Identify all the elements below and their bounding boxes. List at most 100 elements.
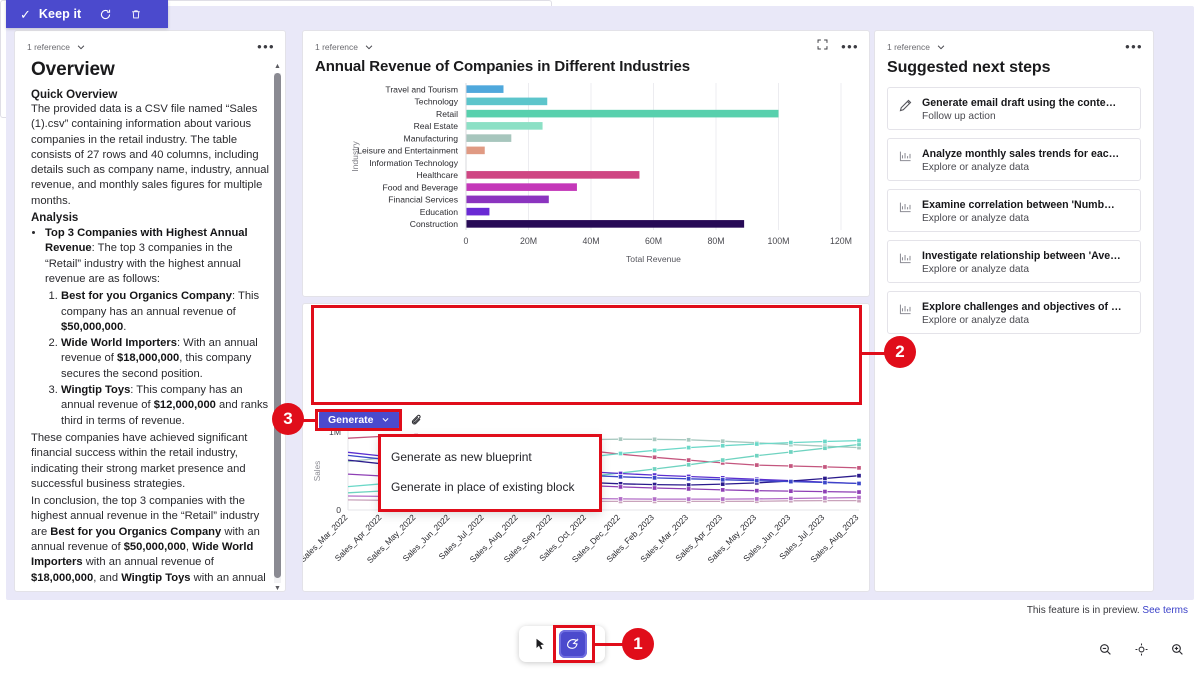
- chart-reference-label: 1 reference: [315, 42, 358, 52]
- conclusion-company-1: Best for you Organics Company: [50, 526, 221, 538]
- scroll-down-arrow-icon[interactable]: ▼: [274, 585, 281, 592]
- analysis-heading: Analysis: [31, 212, 269, 224]
- step-subtitle: Explore or analyze data: [922, 162, 1119, 173]
- svg-text:Real Estate: Real Estate: [414, 121, 459, 131]
- svg-text:Technology: Technology: [415, 97, 459, 107]
- generate-row: Generate: [319, 410, 427, 430]
- suggested-next-steps-panel: 1 reference ••• Suggested next steps Gen…: [874, 30, 1154, 592]
- quick-overview-body: The provided data is a CSV file named “S…: [31, 102, 269, 209]
- company-name: Wingtip Toys: [61, 384, 130, 396]
- chart-icon: [898, 251, 913, 266]
- keep-it-label: Keep it: [39, 7, 81, 21]
- generate-button[interactable]: Generate: [319, 411, 399, 429]
- page-title: Overview: [31, 59, 269, 81]
- step-title: Investigate relationship between 'Ave…: [922, 250, 1121, 262]
- svg-text:0: 0: [464, 236, 469, 246]
- zoom-tools: [1096, 640, 1186, 658]
- svg-text:Education: Education: [420, 207, 458, 217]
- company-name: Best for you Organics Company: [61, 290, 232, 302]
- quick-overview-heading: Quick Overview: [31, 89, 269, 101]
- conclusion-text: , and: [93, 572, 121, 584]
- zoom-in-icon[interactable]: [1168, 640, 1186, 658]
- svg-text:120M: 120M: [830, 236, 852, 246]
- overview-more-options-icon[interactable]: •••: [257, 44, 275, 50]
- generate-button-label: Generate: [328, 414, 374, 426]
- svg-text:Manufacturing: Manufacturing: [404, 133, 459, 143]
- company-value: $50,000,000: [61, 321, 123, 333]
- step-subtitle: Explore or analyze data: [922, 315, 1122, 326]
- preview-note: This feature is in preview. See terms: [1027, 605, 1188, 616]
- svg-text:80M: 80M: [707, 236, 724, 246]
- fit-to-screen-icon[interactable]: [1132, 640, 1150, 658]
- svg-text:Leisure and Entertainment: Leisure and Entertainment: [357, 146, 458, 156]
- cursor-toolbar: [519, 626, 605, 662]
- overview-reference-group[interactable]: 1 reference: [27, 42, 86, 52]
- svg-text:Industry: Industry: [350, 141, 360, 172]
- scroll-up-arrow-icon[interactable]: ▲: [274, 63, 281, 70]
- annotation-badge-3: 3: [272, 403, 304, 435]
- list-item[interactable]: Examine correlation between 'Numb… Explo…: [887, 189, 1141, 232]
- menu-item-generate-new-blueprint[interactable]: Generate as new blueprint: [380, 442, 600, 472]
- svg-text:Sales: Sales: [313, 461, 322, 481]
- chevron-down-icon[interactable]: [936, 42, 946, 52]
- chevron-down-icon: [381, 415, 390, 424]
- scrollbar-thumb[interactable]: [274, 73, 281, 578]
- paperclip-icon[interactable]: [407, 410, 427, 430]
- conclusion-value-2: $18,000,000: [31, 572, 93, 584]
- list-item: Best for you Organics Company: This comp…: [61, 289, 269, 335]
- step-title: Explore challenges and objectives of …: [922, 301, 1122, 313]
- chart-reference-group[interactable]: 1 reference: [315, 42, 374, 52]
- summary-paragraph: These companies have achieved significan…: [31, 431, 269, 492]
- steps-reference-label: 1 reference: [887, 42, 930, 52]
- chart-icon: [898, 149, 913, 164]
- pencil-icon: [898, 98, 913, 113]
- overview-scrollbar[interactable]: ▲ ▼: [274, 63, 281, 592]
- bar-chart-svg: Travel and TourismTechnologyRetailReal E…: [303, 75, 870, 280]
- menu-item-generate-in-place[interactable]: Generate in place of existing block: [380, 472, 600, 502]
- steps-reference-group[interactable]: 1 reference: [887, 42, 946, 52]
- company-value: $12,000,000: [154, 399, 216, 411]
- expand-icon[interactable]: [816, 38, 829, 56]
- bar-chart-title: Annual Revenue of Companies in Different…: [303, 57, 869, 75]
- analysis-bullet-list: Top 3 Companies with Highest Annual Reve…: [45, 226, 269, 429]
- step-text: Investigate relationship between 'Ave… E…: [922, 250, 1121, 275]
- list-item[interactable]: Generate email draft using the conte… Fo…: [887, 87, 1141, 130]
- bar-chart-panel-header: 1 reference •••: [303, 31, 869, 57]
- see-terms-link[interactable]: See terms: [1142, 605, 1188, 616]
- pointer-arrow-icon[interactable]: [529, 633, 551, 655]
- generate-dropdown-menu[interactable]: Generate as new blueprint Generate in pl…: [379, 435, 601, 511]
- list-item: Wide World Importers: With an annual rev…: [61, 336, 269, 382]
- step-text: Generate email draft using the conte… Fo…: [922, 97, 1116, 122]
- overview-document: Overview Quick Overview The provided dat…: [15, 57, 285, 585]
- list-item[interactable]: Analyze monthly sales trends for eac… Ex…: [887, 138, 1141, 181]
- svg-text:Construction: Construction: [410, 219, 458, 229]
- trash-icon[interactable]: [130, 8, 142, 21]
- steps-more-options-icon[interactable]: •••: [1125, 44, 1143, 50]
- ai-cursor-tool-icon[interactable]: [559, 630, 587, 658]
- zoom-out-icon[interactable]: [1096, 640, 1114, 658]
- conclusion-text: with an annual revenue of: [83, 556, 214, 568]
- annotation-badge-2: 2: [884, 336, 916, 368]
- chart-more-options-icon[interactable]: •••: [841, 44, 859, 50]
- overview-panel-header: 1 reference •••: [15, 31, 285, 57]
- steps-title: Suggested next steps: [875, 57, 1153, 77]
- annotation-badge-1: 1: [622, 628, 654, 660]
- conclusion-value-1: $50,000,000: [124, 541, 186, 553]
- list-item[interactable]: Explore challenges and objectives of … E…: [887, 291, 1141, 334]
- step-text: Analyze monthly sales trends for eac… Ex…: [922, 148, 1119, 173]
- chevron-down-icon[interactable]: [76, 42, 86, 52]
- overview-reference-label: 1 reference: [27, 42, 70, 52]
- company-name: Wide World Importers: [61, 337, 177, 349]
- chevron-down-icon[interactable]: [364, 42, 374, 52]
- svg-text:Travel and Tourism: Travel and Tourism: [385, 84, 458, 94]
- svg-text:Healthcare: Healthcare: [416, 170, 458, 180]
- list-item: Wingtip Toys: This company has an annual…: [61, 383, 269, 429]
- preview-note-text: This feature is in preview.: [1027, 605, 1140, 616]
- conclusion-company-3: Wingtip Toys: [121, 572, 190, 584]
- step-title: Examine correlation between 'Numb…: [922, 199, 1115, 211]
- check-icon: ✓: [20, 8, 31, 21]
- regenerate-icon[interactable]: [99, 8, 112, 21]
- keep-it-toolbar[interactable]: ✓ Keep it: [6, 0, 168, 28]
- list-item[interactable]: Investigate relationship between 'Ave… E…: [887, 240, 1141, 283]
- svg-text:100M: 100M: [767, 236, 789, 246]
